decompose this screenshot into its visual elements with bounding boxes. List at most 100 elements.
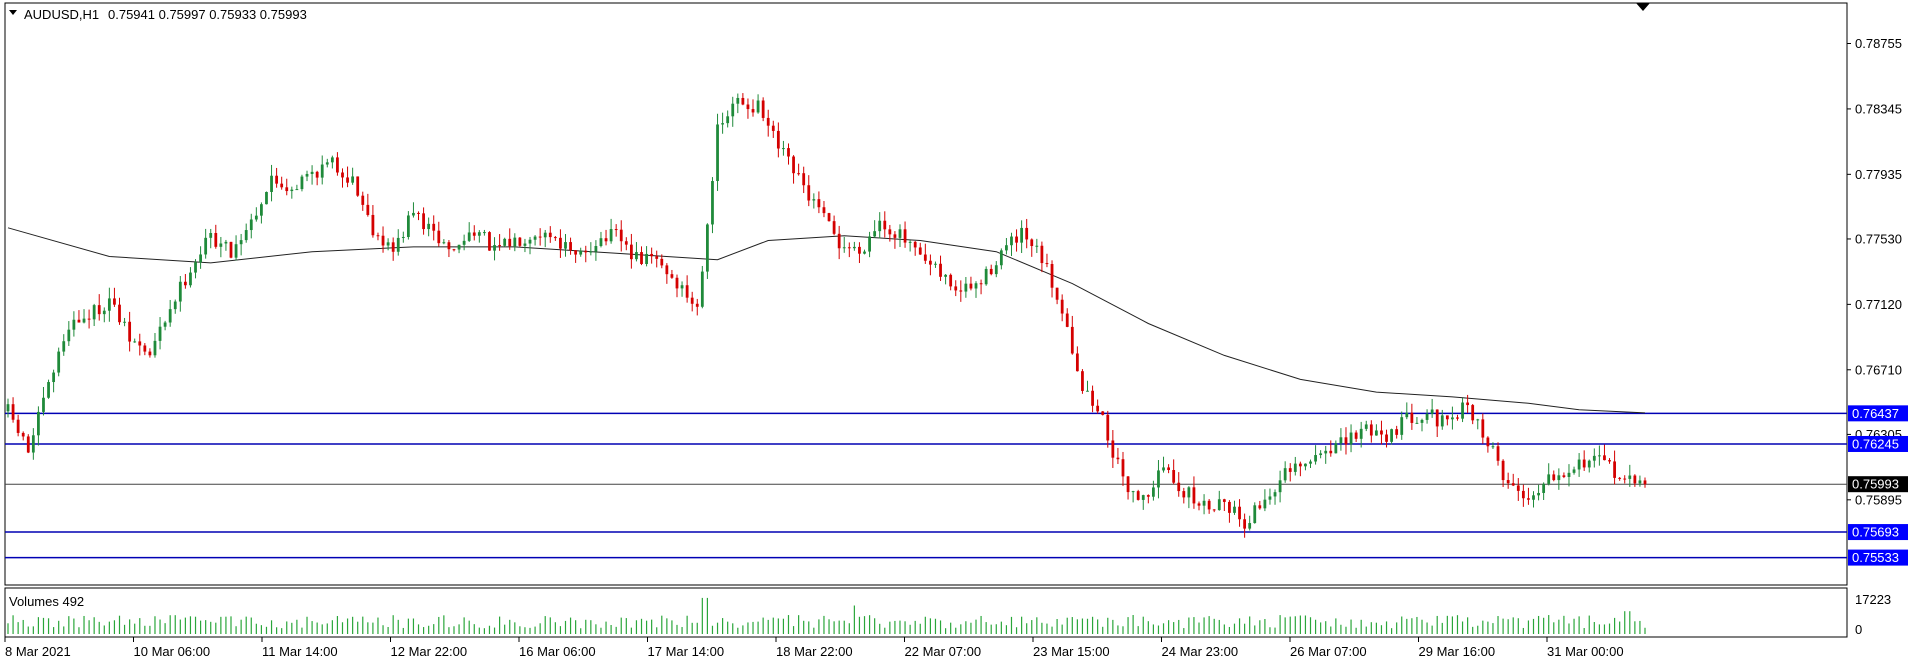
candle-body bbox=[1207, 500, 1211, 510]
candle-body bbox=[1243, 519, 1247, 529]
candle-body bbox=[483, 232, 486, 234]
candle-body bbox=[1537, 492, 1540, 496]
candle-body bbox=[1339, 437, 1343, 444]
candle-body bbox=[300, 176, 304, 190]
candle-body bbox=[1060, 299, 1064, 314]
candle-body bbox=[270, 175, 273, 192]
candle-body bbox=[629, 244, 633, 260]
candle-body bbox=[776, 130, 780, 149]
candle-body bbox=[974, 283, 978, 289]
candle-body bbox=[1425, 413, 1429, 420]
candle-body bbox=[422, 213, 425, 230]
candle-body bbox=[224, 241, 228, 244]
candle-body bbox=[1136, 491, 1140, 500]
candle-body bbox=[1552, 474, 1556, 481]
candle-body bbox=[1532, 495, 1535, 500]
candle-body bbox=[265, 191, 268, 205]
candle-body bbox=[868, 236, 871, 252]
candle-body bbox=[133, 341, 137, 343]
candle-body bbox=[305, 173, 309, 177]
candle-body bbox=[432, 223, 436, 231]
candle-body bbox=[1527, 498, 1530, 500]
candle-body bbox=[1385, 434, 1388, 442]
candle-body bbox=[604, 238, 608, 242]
candle-body bbox=[1030, 239, 1034, 247]
trading-chart[interactable]: 0.78755 0.78345 0.77935 0.77530 0.77120 0.767… bbox=[0, 0, 1920, 664]
candle-body bbox=[1131, 491, 1135, 493]
candlestick bbox=[700, 265, 704, 309]
candle-body bbox=[325, 162, 329, 165]
candle-body bbox=[1628, 475, 1632, 479]
candle-body bbox=[1511, 483, 1515, 486]
level-price-tag-label: 0.75693 bbox=[1852, 525, 1899, 540]
time-tick-label: 26 Mar 07:00 bbox=[1290, 644, 1367, 659]
candle-body bbox=[1329, 450, 1333, 454]
candle-body bbox=[189, 272, 192, 286]
candle-body bbox=[782, 148, 785, 150]
candle-body bbox=[341, 172, 344, 178]
candle-body bbox=[351, 176, 355, 183]
level-price-tag-label: 0.76437 bbox=[1852, 406, 1899, 421]
candle-body bbox=[229, 241, 233, 258]
time-tick-label: 8 Mar 2021 bbox=[5, 644, 71, 659]
candle-body bbox=[163, 322, 167, 327]
candle-body bbox=[1587, 460, 1591, 468]
candle-body bbox=[320, 164, 324, 178]
candle-body bbox=[1410, 412, 1414, 423]
candle-body bbox=[1040, 245, 1044, 264]
candle-body bbox=[802, 173, 806, 186]
candle-body bbox=[1172, 470, 1176, 483]
candle-body bbox=[513, 237, 517, 247]
candle-body bbox=[503, 238, 507, 246]
candle-body bbox=[214, 232, 218, 247]
candle-body bbox=[898, 229, 902, 238]
candlestick bbox=[827, 212, 831, 222]
candle-body bbox=[1608, 460, 1611, 462]
candle-body bbox=[493, 245, 496, 251]
candle-body bbox=[183, 281, 187, 286]
candle-body bbox=[452, 249, 456, 251]
candle-body bbox=[1298, 463, 1302, 467]
candle-body bbox=[168, 309, 172, 323]
candle-body bbox=[330, 157, 334, 163]
candle-body bbox=[143, 345, 147, 352]
candle-body bbox=[472, 232, 476, 236]
candle-body bbox=[1633, 475, 1637, 484]
candle-body bbox=[234, 244, 238, 258]
time-tick-label: 31 Mar 00:00 bbox=[1547, 644, 1624, 659]
candle-body bbox=[1268, 496, 1272, 500]
candle-body bbox=[1516, 485, 1520, 491]
candlestick bbox=[488, 231, 491, 251]
candle-body bbox=[1010, 236, 1013, 246]
candle-body bbox=[1106, 414, 1110, 441]
candle-body bbox=[346, 177, 349, 183]
time-tick-label: 29 Mar 16:00 bbox=[1419, 644, 1496, 659]
candle-body bbox=[1126, 476, 1130, 493]
candle-body bbox=[244, 230, 248, 241]
candle-body bbox=[87, 318, 91, 320]
candle-body bbox=[1603, 455, 1606, 461]
candle-body bbox=[1228, 501, 1231, 513]
candle-body bbox=[1035, 245, 1039, 247]
candle-body bbox=[1187, 487, 1191, 498]
time-tick-label: 10 Mar 06:00 bbox=[134, 644, 211, 659]
candle-body bbox=[401, 236, 405, 238]
candle-body bbox=[888, 229, 892, 235]
candle-body bbox=[1506, 480, 1510, 484]
candle-body bbox=[984, 268, 988, 285]
candle-body bbox=[792, 156, 795, 174]
candlestick bbox=[229, 241, 233, 259]
candle-body bbox=[1420, 419, 1424, 423]
candle-body bbox=[944, 274, 947, 277]
candle-body bbox=[1405, 412, 1409, 418]
candle-body bbox=[1192, 487, 1196, 504]
candlestick bbox=[761, 97, 765, 122]
candle-body bbox=[1471, 405, 1475, 421]
candle-body bbox=[751, 109, 755, 113]
candle-body bbox=[1197, 503, 1201, 506]
candle-body bbox=[1304, 463, 1307, 467]
candle-body bbox=[254, 215, 258, 220]
candle-body bbox=[893, 234, 897, 238]
candle-body bbox=[721, 123, 724, 125]
candle-body bbox=[508, 238, 512, 247]
